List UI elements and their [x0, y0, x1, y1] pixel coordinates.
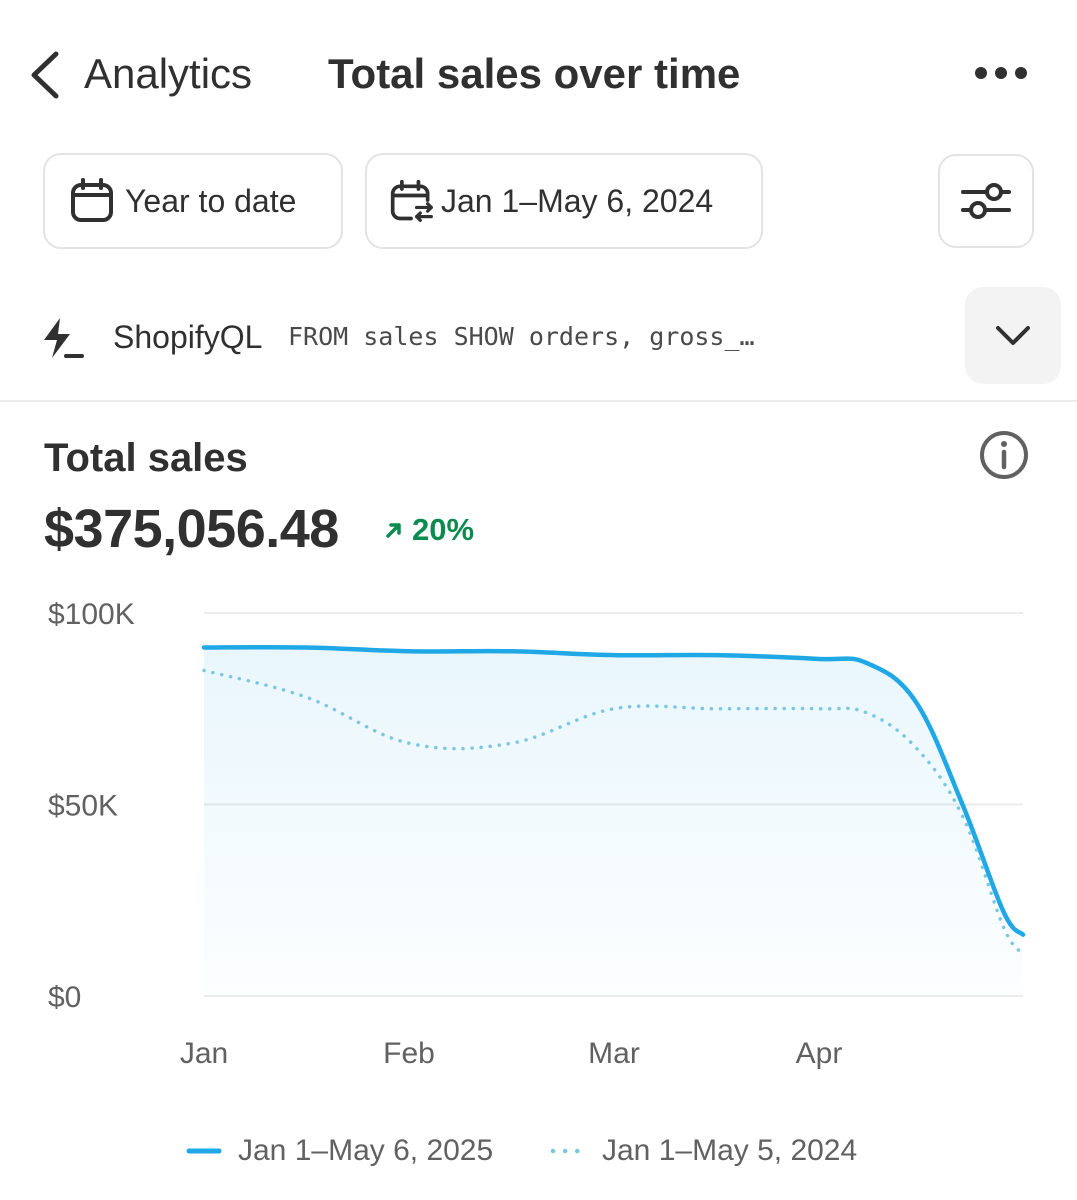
legend-dotted-swatch — [550, 1148, 586, 1154]
y-tick-label: $50K — [48, 790, 118, 823]
date-range-button[interactable]: Year to date — [43, 153, 343, 249]
calendar-icon — [69, 178, 115, 224]
sliders-icon — [961, 183, 1011, 219]
more-horizontal-icon — [975, 67, 1027, 79]
metric-change-value: 20% — [412, 512, 475, 547]
metric-value: $375,056.48 — [44, 499, 339, 559]
calendar-compare-icon — [389, 178, 435, 224]
shopifyql-label: ShopifyQL — [113, 319, 263, 355]
metric-title: Total sales — [44, 436, 248, 480]
y-tick-label: $100K — [48, 598, 135, 631]
expand-query-button[interactable] — [965, 287, 1061, 384]
shopifyql-bar: ShopifyQL FROM sales SHOW orders, gross_… — [0, 286, 1077, 402]
x-tick-label: Mar — [588, 1037, 640, 1070]
date-range-label: Year to date — [125, 182, 297, 219]
legend-item-previous[interactable]: Jan 1–May 5, 2024 — [550, 1128, 857, 1174]
sales-chart-svg: $0 $50K $100K Jan Feb Mar Apr — [48, 598, 1026, 1070]
y-tick-label: $0 — [48, 981, 81, 1014]
back-label[interactable]: Analytics — [84, 50, 252, 98]
x-tick-label: Apr — [796, 1037, 843, 1070]
compare-range-label: Jan 1–May 6, 2024 — [441, 182, 714, 219]
shopifyql-query[interactable]: FROM sales SHOW orders, gross_… — [288, 322, 848, 351]
sales-chart[interactable]: $0 $50K $100K Jan Feb Mar Apr — [0, 580, 1077, 1100]
info-button[interactable] — [978, 429, 1030, 481]
legend-solid-swatch — [186, 1148, 222, 1154]
x-tick-label: Jan — [180, 1037, 228, 1070]
chart-legend: Jan 1–May 6, 2025 Jan 1–May 5, 2024 — [0, 1128, 1077, 1176]
legend-item-current[interactable]: Jan 1–May 6, 2025 — [186, 1128, 493, 1174]
metric-change-badge: 20% — [384, 512, 474, 548]
arrow-up-right-icon — [386, 523, 401, 538]
legend-label-previous: Jan 1–May 5, 2024 — [602, 1134, 858, 1167]
chevron-down-icon — [996, 325, 1030, 345]
top-bar: Analytics Total sales over time — [0, 0, 1077, 150]
chevron-left-icon — [31, 51, 59, 99]
legend-label-current: Jan 1–May 6, 2025 — [238, 1134, 494, 1167]
info-icon — [980, 431, 1028, 479]
compare-range-button[interactable]: Jan 1–May 6, 2024 — [365, 153, 763, 249]
series-area-current — [204, 647, 1023, 996]
x-tick-label: Feb — [383, 1037, 435, 1070]
chart-settings-button[interactable] — [938, 154, 1034, 248]
more-options-button[interactable] — [968, 50, 1034, 96]
lightning-icon — [40, 316, 86, 362]
page-title: Total sales over time — [328, 50, 741, 97]
back-button[interactable] — [18, 48, 68, 102]
